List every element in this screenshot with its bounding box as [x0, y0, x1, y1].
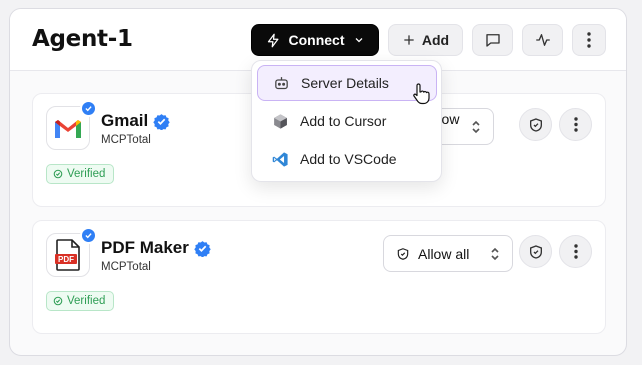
- robot-icon: [273, 75, 290, 92]
- vertical-dots-icon: [587, 32, 591, 48]
- shield-icon: [528, 117, 544, 133]
- menu-item-label: Server Details: [301, 75, 389, 91]
- menu-item-add-to-cursor[interactable]: Add to Cursor: [257, 103, 437, 139]
- chevron-down-icon: [353, 34, 365, 46]
- connect-button[interactable]: Connect: [251, 24, 379, 56]
- page-title: Agent-1: [32, 26, 133, 52]
- server-provider: MCPTotal: [101, 134, 151, 146]
- server-card-pdf-maker: PDF PDF Maker MCPTotal Verified Allow al…: [32, 220, 606, 334]
- gmail-logo-icon: [46, 100, 97, 150]
- connect-dropdown-menu: Server Details Add to Cursor Add to VSCo…: [251, 60, 442, 182]
- connect-label: Connect: [288, 32, 345, 48]
- chat-button[interactable]: [472, 24, 513, 56]
- verified-label: Verified: [67, 168, 106, 180]
- sort-chevrons-icon: [471, 120, 481, 134]
- shield-check-icon: [53, 169, 63, 179]
- verified-check-icon: [80, 100, 97, 117]
- verified-check-icon: [80, 227, 97, 244]
- more-options-button[interactable]: [572, 24, 606, 56]
- server-name-text: PDF Maker: [101, 238, 189, 257]
- verified-badge-icon: [153, 113, 170, 130]
- activity-button[interactable]: [522, 24, 563, 56]
- vscode-icon: [272, 151, 289, 168]
- activity-icon: [534, 31, 552, 49]
- verified-badge-icon: [194, 240, 211, 257]
- card-more-button[interactable]: [559, 108, 592, 141]
- menu-item-label: Add to Cursor: [300, 113, 387, 129]
- vertical-dots-icon: [573, 244, 578, 259]
- bolt-icon: [266, 33, 281, 48]
- menu-item-server-details[interactable]: Server Details: [257, 65, 437, 101]
- card-more-button[interactable]: [559, 235, 592, 268]
- pdf-icon-text: PDF: [58, 255, 74, 264]
- sort-chevrons-icon: [490, 247, 500, 261]
- verified-label: Verified: [67, 295, 106, 307]
- cursor-cube-icon: [272, 113, 289, 130]
- chat-icon: [484, 31, 502, 49]
- plus-icon: [402, 33, 416, 47]
- shield-icon: [528, 244, 544, 260]
- shield-icon: [396, 247, 410, 261]
- menu-item-add-to-vscode[interactable]: Add to VSCode: [257, 141, 437, 177]
- add-button[interactable]: Add: [388, 24, 463, 56]
- add-label: Add: [421, 32, 450, 48]
- security-button[interactable]: [519, 235, 552, 268]
- server-provider: MCPTotal: [101, 261, 151, 273]
- shield-check-icon: [53, 296, 63, 306]
- vertical-dots-icon: [573, 117, 578, 132]
- security-button[interactable]: [519, 108, 552, 141]
- verified-badge: Verified: [46, 164, 115, 184]
- hand-pointer-icon: [412, 83, 430, 105]
- menu-item-label: Add to VSCode: [300, 151, 397, 167]
- pdf-file-icon: PDF: [46, 227, 97, 277]
- permission-value: Allow all: [418, 245, 470, 262]
- permission-select[interactable]: Allow all: [383, 235, 513, 272]
- server-name: Gmail: [101, 111, 170, 131]
- server-name-text: Gmail: [101, 111, 149, 130]
- verified-badge: Verified: [46, 291, 115, 311]
- server-name: PDF Maker: [101, 238, 211, 258]
